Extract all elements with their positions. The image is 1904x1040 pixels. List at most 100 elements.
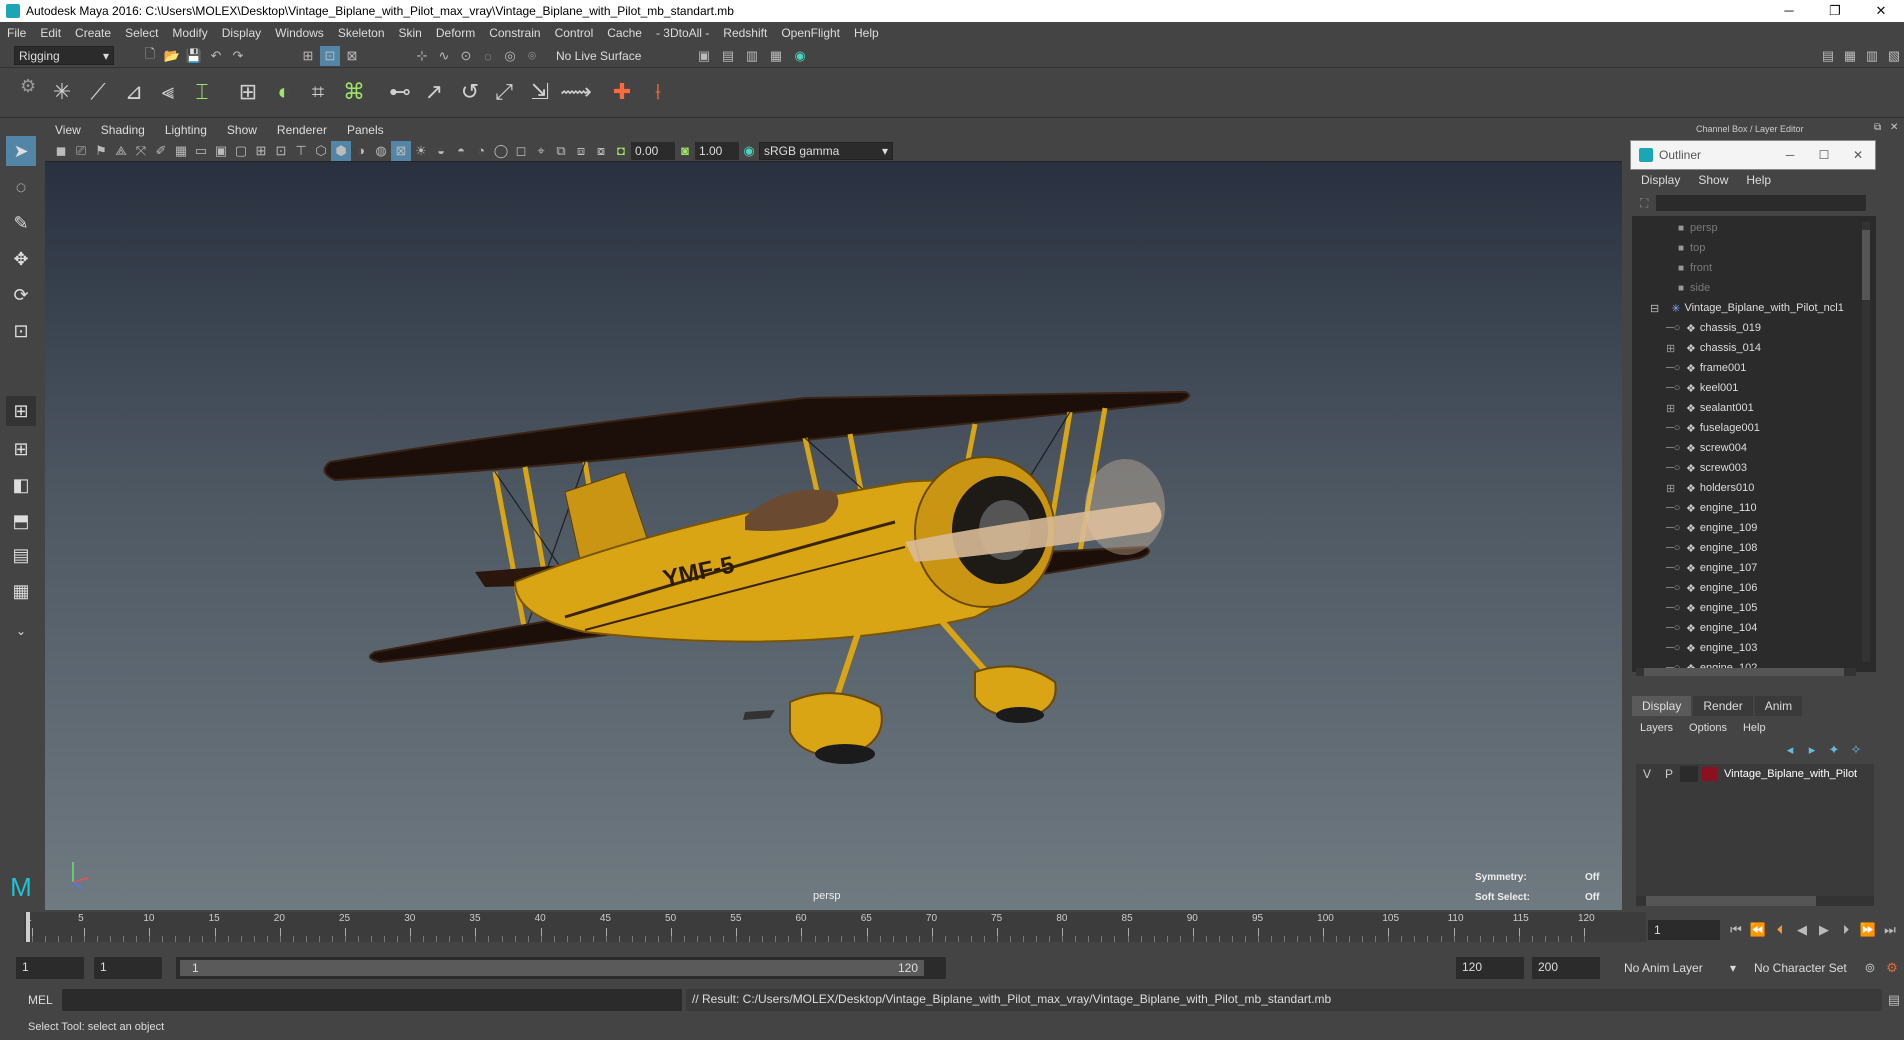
gate-mask-icon[interactable]: ▢ (231, 141, 251, 161)
persp-uv-layout-icon[interactable]: ▦ (6, 576, 36, 606)
menu-openflight[interactable]: OpenFlight (774, 26, 847, 40)
isolate-select-icon[interactable]: ⌖ (531, 141, 551, 161)
default-material-icon[interactable]: ◍ (371, 141, 391, 161)
grease-pencil-icon[interactable]: ✐ (151, 141, 171, 161)
select-component-icon[interactable]: ⊠ (342, 46, 362, 66)
exposure-field[interactable]: 0.00 (631, 141, 675, 160)
camera-attributes-icon[interactable]: ⎚ (71, 141, 91, 161)
snap-live-icon[interactable]: ⌾ (522, 46, 542, 66)
layer-row[interactable]: V P Vintage_Biplane_with_Pilot (1636, 764, 1874, 784)
viewport-menu-lighting[interactable]: Lighting (155, 123, 217, 137)
go-to-start-icon[interactable]: ⏮ (1726, 920, 1746, 940)
menu-select[interactable]: Select (118, 26, 165, 40)
paint-select-icon[interactable]: ✎ (6, 208, 36, 238)
menu-edit[interactable]: Edit (33, 26, 68, 40)
current-frame-field[interactable]: 1 (1648, 920, 1720, 940)
expand-icon[interactable]: ⊞ (1666, 342, 1684, 355)
outliner-node-row[interactable]: ─○ ❖ engine_108 (1632, 538, 1862, 558)
auto-key-icon[interactable]: ⊚ (1860, 958, 1880, 978)
menu-modify[interactable]: Modify (165, 26, 214, 40)
use-all-lights-icon[interactable]: ☀ (411, 141, 431, 161)
outliner-node-row[interactable]: ─○ ❖ engine_106 (1632, 578, 1862, 598)
move-tool-icon[interactable]: ✥ (6, 244, 36, 274)
gamma-field[interactable]: 1.00 (695, 141, 739, 160)
motion-blur-icon[interactable]: ◔ (471, 141, 491, 161)
snap-curve-icon[interactable]: ∿ (434, 46, 454, 66)
outliner-menu-show[interactable]: Show (1689, 173, 1737, 187)
layer-h-scroll-thumb[interactable] (1646, 896, 1816, 906)
smooth-bind-icon[interactable]: ◐ (268, 76, 300, 108)
outliner-node-row[interactable]: ─○ ❖ screw003 (1632, 458, 1862, 478)
menuset-dropdown[interactable]: Rigging ▾ (14, 46, 114, 65)
layout-more-icon[interactable]: ⌄ (6, 616, 36, 646)
bookmark-icon[interactable]: ⚑ (91, 141, 111, 161)
menu-windows[interactable]: Windows (268, 26, 331, 40)
step-forward-frame-icon[interactable]: ⏵ (1836, 920, 1856, 940)
redo-icon[interactable]: ↷ (228, 46, 248, 66)
outliner-v-scroll-thumb[interactable] (1862, 230, 1870, 300)
anti-aliasing-icon[interactable]: ◯ (491, 141, 511, 161)
aim-constraint-icon[interactable]: ↗ (418, 76, 450, 108)
layer-tab-display[interactable]: Display (1632, 696, 1692, 716)
outliner-menu-display[interactable]: Display (1632, 173, 1689, 187)
minimize-button[interactable]: ─ (1766, 3, 1812, 19)
color-space-dropdown[interactable]: sRGB gamma ▾ (759, 141, 893, 160)
layer-menu-help[interactable]: Help (1735, 722, 1774, 734)
outliner-node-row[interactable]: ─○ ❖ engine_104 (1632, 618, 1862, 638)
scale-tool-icon[interactable]: ⊡ (6, 316, 36, 346)
menu-redshift[interactable]: Redshift (716, 26, 774, 40)
xray-joints-icon[interactable]: ⧈ (571, 141, 591, 161)
outliner-camera-row[interactable]: ■ front (1632, 258, 1862, 278)
ipr-render-icon[interactable]: ▤ (718, 46, 738, 66)
menu-help[interactable]: Help (847, 26, 886, 40)
screen-space-ao-icon[interactable]: ◓ (451, 141, 471, 161)
outliner-camera-row[interactable]: ■ side (1632, 278, 1862, 298)
layer-tab-anim[interactable]: Anim (1754, 696, 1803, 716)
shadows-icon[interactable]: ◒ (431, 141, 451, 161)
undo-icon[interactable]: ↶ (206, 46, 226, 66)
select-camera-icon[interactable]: ◼ (51, 141, 71, 161)
outliner-node-row[interactable]: ─○ ❖ fuselage001 (1632, 418, 1862, 438)
parent-constraint-icon[interactable]: ⇲ (524, 76, 556, 108)
render-frame-icon[interactable]: ▣ (694, 46, 714, 66)
menu-deform[interactable]: Deform (429, 26, 482, 40)
xray-components-icon[interactable]: ⧇ (591, 141, 611, 161)
menu-skeleton[interactable]: Skeleton (331, 26, 392, 40)
film-gate-icon[interactable]: ▭ (191, 141, 211, 161)
menu-3dtoall[interactable]: - 3DtoAll - (649, 26, 716, 40)
step-back-frame-icon[interactable]: ⏴ (1770, 920, 1790, 940)
outliner-node-row[interactable]: ─○ ❖ chassis_019 (1632, 318, 1862, 338)
depth-of-field-icon[interactable]: ◻ (511, 141, 531, 161)
menu-control[interactable]: Control (548, 26, 601, 40)
layer-display-type[interactable] (1680, 766, 1698, 782)
playback-start-field[interactable]: 1 (94, 957, 162, 979)
outliner-root-row[interactable]: ⊟ ✳ Vintage_Biplane_with_Pilot_ncl1 (1632, 298, 1862, 318)
ik-handle-icon[interactable]: ⟋ (82, 76, 114, 108)
image-plane-icon[interactable]: ⟁ (111, 141, 131, 161)
gamma-icon[interactable]: ◙ (675, 141, 695, 161)
hypershade-icon[interactable]: ◉ (790, 46, 810, 66)
single-perspective-layout-icon[interactable]: ⊞ (6, 396, 36, 426)
layer-playback-toggle[interactable]: P (1658, 767, 1680, 781)
time-slider[interactable]: 1510152025303540455055606570758085909510… (24, 912, 1646, 942)
pole-vector-icon[interactable]: ⟿ (560, 76, 592, 108)
outliner-h-scrollbar[interactable] (1636, 668, 1856, 676)
animation-prefs-icon[interactable]: ⚙ (1882, 958, 1902, 978)
animation-start-field[interactable]: 1 (16, 957, 84, 979)
layer-visibility-toggle[interactable]: V (1636, 767, 1658, 781)
point-constraint-icon[interactable]: ⊷ (384, 76, 416, 108)
viewport-menu-view[interactable]: View (45, 123, 91, 137)
cluster-handle-icon[interactable]: ⟊ (642, 76, 674, 108)
snap-grid-icon[interactable]: ⊹ (412, 46, 432, 66)
shaded-wire-icon[interactable]: ◑ (351, 141, 371, 161)
locator-icon[interactable]: ✚ (606, 76, 638, 108)
animation-end-field[interactable]: 200 (1532, 957, 1600, 979)
scale-constraint-icon[interactable]: ⤢ (488, 76, 520, 108)
expand-icon[interactable]: ⊞ (1666, 482, 1684, 495)
step-back-key-icon[interactable]: ⏪ (1748, 920, 1768, 940)
wireframe-icon[interactable]: ⬡ (311, 141, 331, 161)
playback-end-field[interactable]: 120 (1456, 957, 1524, 979)
joint-tool-icon[interactable]: ✳ (46, 76, 78, 108)
layer-name[interactable]: Vintage_Biplane_with_Pilot (1724, 768, 1857, 780)
outliner-menu-help[interactable]: Help (1737, 173, 1780, 187)
